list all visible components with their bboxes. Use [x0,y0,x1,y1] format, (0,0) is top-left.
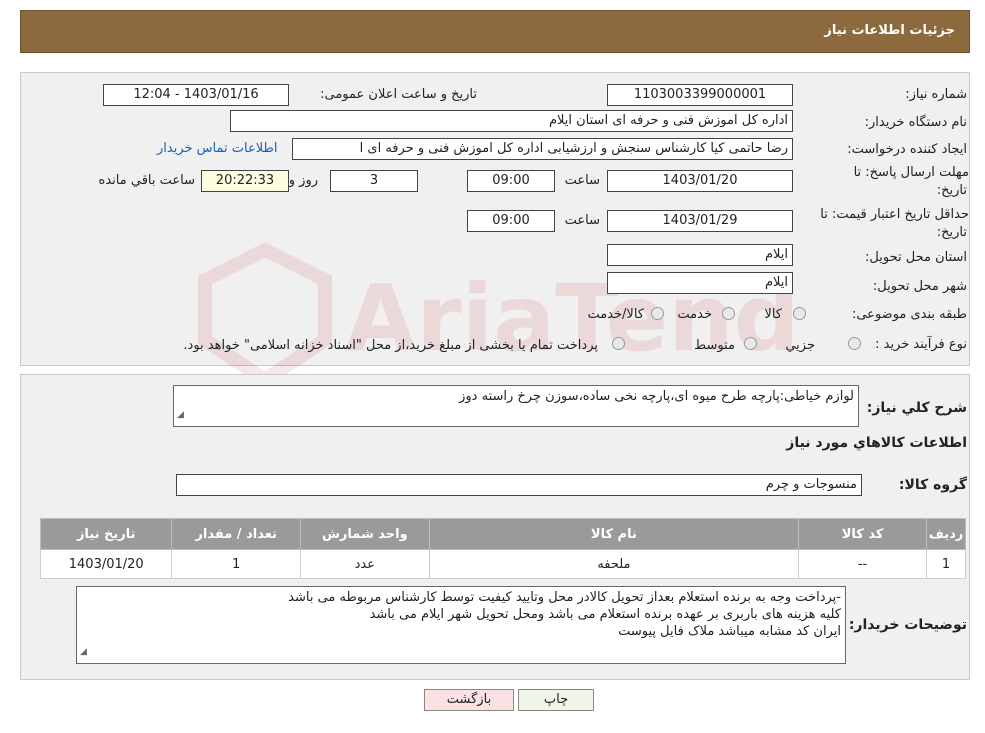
payment-treasury-checkbox[interactable] [612,337,625,350]
city-field: ایلام [607,272,793,294]
category-service-radio[interactable] [722,307,735,320]
validity-date-field: 1403/01/29 [607,210,793,232]
process-medium-radio[interactable] [744,337,757,350]
col-row: رديف [926,518,966,550]
resize-grip-icon[interactable]: ◢ [80,644,87,661]
col-unit: واحد شمارش [299,518,430,550]
buyer-note-line: ایران کد مشابه میباشد ملاک فایل پیوست [618,624,841,639]
category-goods-service-radio[interactable] [651,307,664,320]
goods-group-field: منسوجات و چرم [176,474,862,496]
goods-table: رديف كد كالا نام كالا واحد شمارش تعداد /… [39,518,966,579]
buyer-field: اداره کل اموزش فنی و حرفه ای استان ایلام [230,110,793,132]
city-label: شهر محل تحویل: [872,279,967,294]
cell-name: ملحفه [428,549,800,579]
category-service-label: خدمت [677,307,712,322]
buyer-note-line: کلیه هزینه های باربری بر عهده برنده استع… [369,607,841,622]
print-button[interactable]: چاپ [518,689,594,711]
buyer-label: نام دستگاه خریدار: [864,115,967,130]
need-number-field: 1103003399000001 [607,84,793,106]
buyer-notes-textarea: -پرداخت وجه به برنده استعلام بعداز تحویل… [76,586,846,664]
announce-label: تاریخ و ساعت اعلان عمومی: [320,87,477,102]
goods-info-title: اطلاعات كالاهاي مورد نياز [786,435,967,451]
deadline-time-label: ساعت [564,173,600,188]
validity-time-field: 09:00 [467,210,555,232]
summary-text: لوازم خیاطی:پارچه طرح میوه ای،پارچه نخی … [459,389,854,404]
process-minor-radio[interactable] [848,337,861,350]
validity-label-2: تاریخ: [936,225,967,240]
resize-grip-icon[interactable]: ◢ [177,407,184,424]
category-goods-label: کالا [764,307,782,322]
payment-note: پرداخت تمام یا بخشی از مبلغ خرید،از محل … [183,338,598,353]
buyer-notes-label: توضیحات خریدار: [848,617,967,633]
province-field: ایلام [607,244,793,266]
category-label: طبقه بندی موضوعی: [851,307,967,322]
deadline-time-field: 09:00 [467,170,555,192]
need-number-label: شماره نیاز: [905,87,967,102]
col-name: نام كالا [428,518,800,550]
process-label: نوع فرآیند خرید : [875,337,967,352]
days-label: روز و [288,173,318,188]
remaining-label: ساعت باقي مانده [98,173,195,188]
watermark-emblem [198,242,332,389]
category-goods-radio[interactable] [793,307,806,320]
deadline-label-2: تاریخ: [936,183,967,198]
category-goods-service-label: کالا/خدمت [587,307,644,322]
process-medium-label: متوسط [694,338,735,353]
province-label: استان محل تحویل: [865,250,967,265]
col-quantity: تعداد / مقدار [171,518,301,550]
page-title: جزئیات اطلاعات نیاز [824,23,955,38]
goods-table-header: رديف كد كالا نام كالا واحد شمارش تعداد /… [39,518,966,550]
validity-label: حداقل تاریخ اعتبار قیمت: تا [820,207,969,222]
validity-time-label: ساعت [564,213,600,228]
deadline-label: مهلت ارسال پاسخ: تا [853,165,969,180]
col-need-date: تاريخ نياز [39,518,173,550]
cell-unit: عدد [299,549,430,579]
back-button[interactable]: بازگشت [424,689,514,711]
buyer-note-line: -پرداخت وجه به برنده استعلام بعداز تحویل… [288,590,841,605]
col-code: كد كالا [798,518,928,550]
days-remaining-field: 3 [330,170,418,192]
creator-field: رضا حاتمی کیا کارشناس سنجش و ارزشیابی اد… [292,138,793,160]
cell-row: 1 [926,549,966,579]
creator-label: ایجاد کننده درخواست: [847,142,967,157]
buyer-contact-link[interactable]: اطلاعات تماس خریدار [157,141,277,156]
announce-field: 1403/01/16 - 12:04 [103,84,289,106]
deadline-date-field: 1403/01/20 [607,170,793,192]
summary-textarea: لوازم خیاطی:پارچه طرح میوه ای،پارچه نخی … [173,385,859,427]
table-row: 1 -- ملحفه عدد 1 1403/01/20 [39,549,966,579]
remaining-time-field: 20:22:33 [201,170,289,192]
cell-quantity: 1 [171,549,301,579]
process-minor-label: جزیي [785,338,815,353]
page-header: جزئیات اطلاعات نیاز [20,10,970,53]
cell-need-date: 1403/01/20 [39,549,173,579]
cell-code: -- [798,549,928,579]
summary-label: شرح كلي نياز: [866,400,967,416]
goods-group-label: گروه کالا: [898,477,967,493]
